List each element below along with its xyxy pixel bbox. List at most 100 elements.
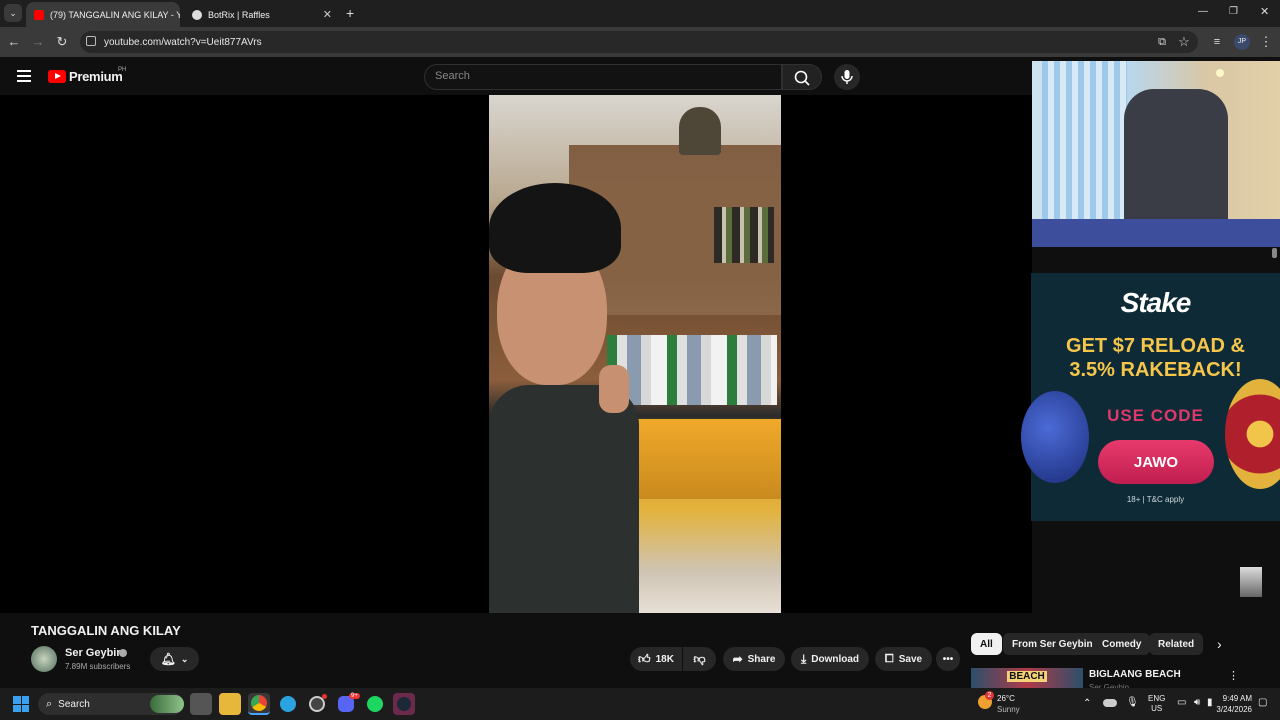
notification-center-icon[interactable]: ▢ [1258,697,1267,708]
chip-all[interactable]: All [971,633,1002,655]
chevron-up-icon[interactable]: ⌃ [1083,698,1091,709]
like-button[interactable]: 👍︎ 18K [630,647,682,671]
premium-label: Premium [69,69,123,84]
reading-list-icon[interactable]: ≡ [1209,34,1225,50]
suggested-thumbnail[interactable]: BEACH [971,668,1083,688]
more-actions-button[interactable]: ••• [936,647,960,671]
save-button[interactable]: ⧠ Save [875,647,932,671]
browser-menu-icon[interactable]: ⋮ [1258,34,1274,50]
ad-headline-line2: 3.5% RAKEBACK! [1069,359,1242,381]
weather-temp[interactable]: 26°C [997,694,1015,703]
bookmark-star-icon[interactable]: ☆ [1176,34,1192,50]
download-button[interactable]: ⤓ Download [791,647,869,671]
search-button[interactable] [782,64,822,90]
tab-botrix-label: BotRix | Raffles [208,9,270,20]
chip-all-label: All [980,638,993,650]
chip-comedy[interactable]: Comedy [1093,633,1151,655]
channel-name[interactable]: Ser Geybin [65,647,123,659]
microphone-icon[interactable]: 🎙︎ [1126,697,1139,708]
curtain [1042,61,1127,231]
chrome-icon[interactable] [248,693,270,715]
voice-search-button[interactable] [834,64,860,90]
monitor-icon[interactable]: ▭ [1177,697,1186,708]
ad-brand: Stake [1120,287,1192,318]
language-indicator[interactable]: ENG US [1148,694,1165,714]
search-icon [794,70,810,86]
youtube-logo[interactable]: Premium [48,69,123,84]
chip-from-channel-label: From Ser Geybin [1012,638,1093,650]
minimize-button[interactable]: — [1198,6,1208,17]
share-arrow-icon: ➦ [732,652,743,666]
person-hair [489,183,621,273]
steam-icon[interactable] [393,693,415,715]
tab-youtube-label: (79) TANGGALIN ANG KILAY - Y [50,9,180,20]
chip-related[interactable]: Related [1149,633,1204,655]
share-label: Share [747,653,776,665]
battery-icon[interactable]: ▮ [1207,697,1213,708]
weather-badge: 2 [985,691,994,700]
file-explorer-icon[interactable] [219,693,241,715]
dislike-button[interactable]: 👎︎ [683,647,716,671]
share-button[interactable]: ➦ Share [723,647,785,671]
thumbs-up-icon: 👍︎ [638,651,651,666]
back-arrow-icon[interactable]: ← [6,34,22,50]
stake-ad[interactable]: Stake GET $7 RELOAD & 3.5% RAKEBACK! USE… [1021,273,1280,521]
suggested-more-icon[interactable]: ⋮ [1228,669,1239,682]
chevron-down-icon: ⌄ [180,653,189,664]
bed-cover [1032,219,1280,247]
ad-code-button[interactable]: JAWO [1098,440,1214,484]
discord-badge: 9+ [349,693,360,699]
search-input[interactable]: Search [424,64,782,90]
subscriber-count: 7.89M subscribers [65,662,131,671]
forward-arrow-icon[interactable]: → [30,34,46,50]
download-icon: ⤓ [800,651,807,666]
youtube-favicon-icon [34,9,44,20]
hamburger-menu-icon[interactable] [17,70,31,82]
network-icon[interactable]: 🔊︎ [1194,697,1200,708]
install-app-icon[interactable]: ⧉ [1154,34,1170,50]
ad-code-label: JAWO [1133,453,1179,471]
onedrive-icon[interactable] [1103,699,1117,707]
download-label: Download [811,653,860,665]
chevron-right-icon[interactable]: › [1217,636,1222,652]
ad-disclaimer: 18+ | T&C apply [1126,495,1185,504]
notification-bell-button[interactable]: 🔔︎ ⌄ [150,647,199,671]
browser-tab-bar: ⌄ (79) TANGGALIN ANG KILAY - Y ✕ BotRix … [0,0,1280,27]
video-title: TANGGALIN ANG KILAY [31,623,181,638]
telegram-icon[interactable] [277,693,299,715]
cricket-ball-graphic [1021,391,1089,483]
task-view-icon[interactable] [190,693,212,715]
channel-avatar[interactable] [31,646,57,672]
shelf-bottles [714,207,774,263]
avatar[interactable] [1240,567,1262,597]
new-tab-button[interactable]: + [346,5,354,21]
thumbs-down-icon: 👎︎ [693,651,706,666]
spotify-icon[interactable] [364,693,386,715]
scrollbar-thumb[interactable] [1272,248,1277,258]
reload-icon[interactable]: ↻ [54,34,70,50]
save-bookmark-icon: ⧠ [884,652,894,665]
restore-button[interactable]: ❐ [1229,6,1238,17]
suggested-title[interactable]: BIGLAANG BEACH [1089,669,1181,680]
tab-youtube[interactable]: (79) TANGGALIN ANG KILAY - Y ✕ [26,2,180,27]
region-code-tray: US [1151,704,1163,713]
person-hand [599,365,629,413]
person-shirt [489,385,639,613]
youtube-play-icon [48,70,66,83]
close-window-button[interactable]: ✕ [1260,5,1269,18]
windows-start-icon[interactable] [13,696,29,712]
taskbar-search-box[interactable]: ⌕ Search [38,693,184,715]
tab-botrix[interactable]: BotRix | Raffles ✕ [184,2,340,27]
verified-icon [119,649,127,657]
url-field[interactable]: youtube.com/watch?v=Ueit877AVrs [80,31,1198,53]
clock[interactable]: 9:49 AM 3/24/2026 [1214,693,1252,715]
video-frame[interactable] [489,95,781,613]
profile-avatar[interactable]: JP [1234,34,1250,50]
tab-search-button[interactable]: ⌄ [4,4,22,22]
close-icon[interactable]: ✕ [323,8,332,21]
chip-from-channel[interactable]: From Ser Geybin [1003,633,1102,655]
search-icon: ⌕ [46,697,53,710]
gaming-chair [1124,89,1228,239]
lamp [1216,69,1224,77]
site-settings-icon[interactable] [86,36,96,46]
